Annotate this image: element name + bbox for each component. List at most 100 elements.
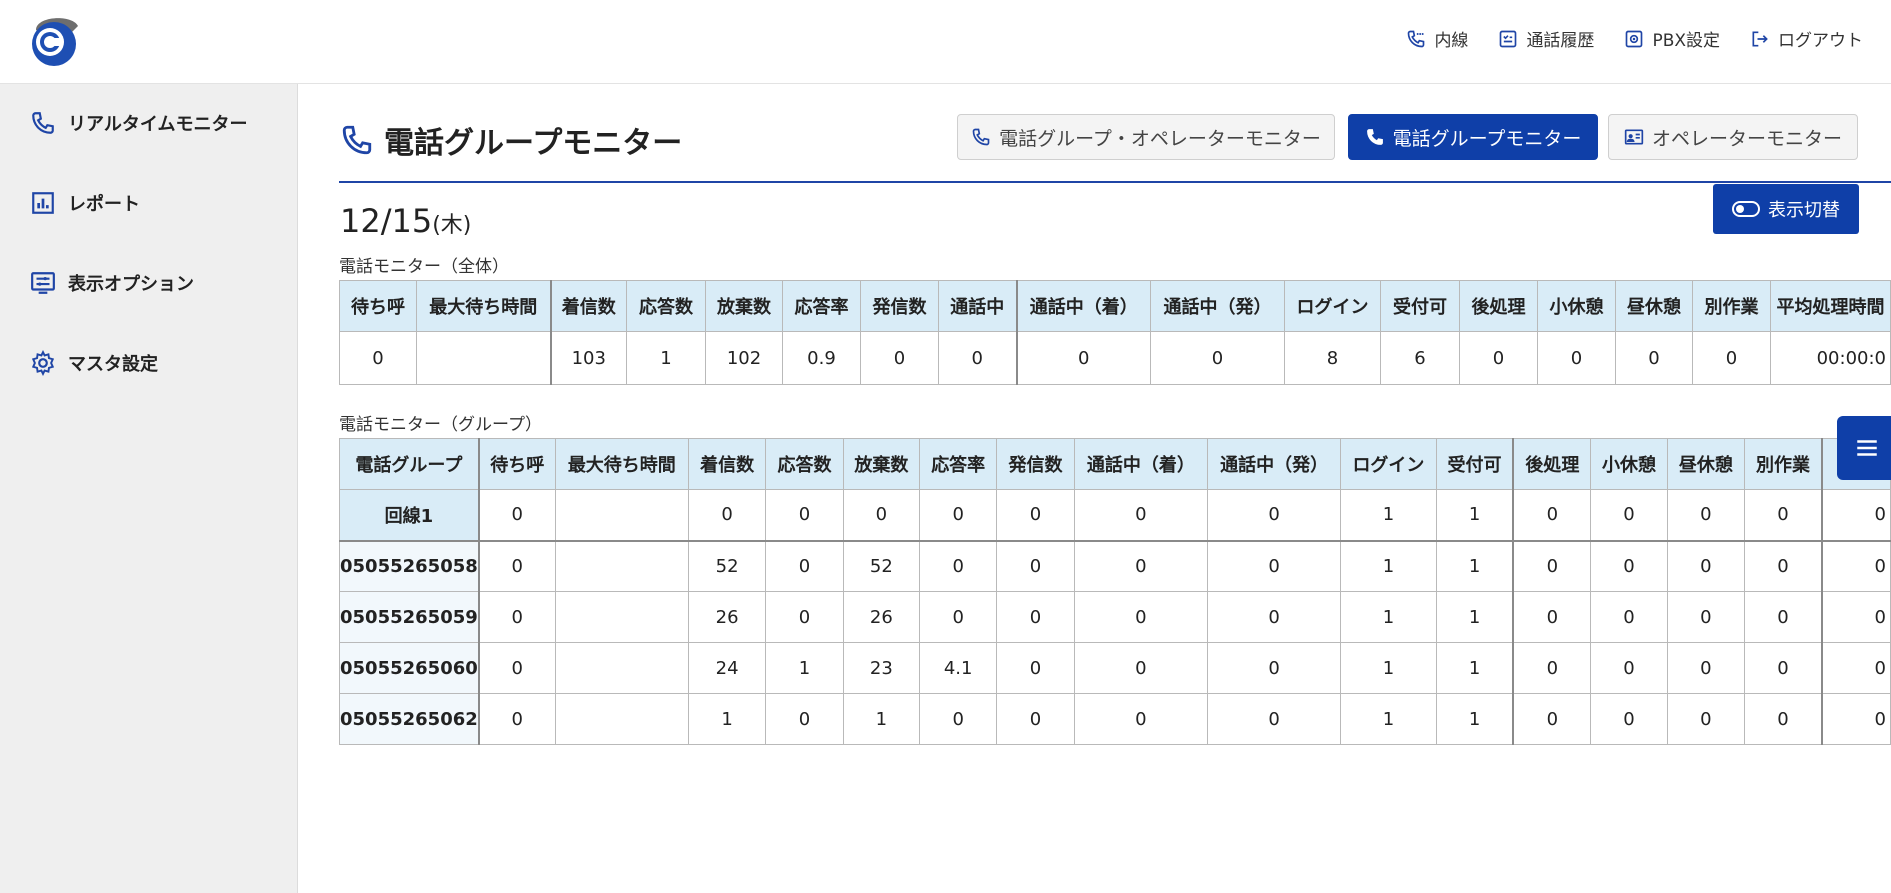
table-cell: 0 xyxy=(1820,693,1891,745)
top-nav: 内線 通話履歴 PBX設定 ログアウト xyxy=(1406,26,1863,51)
current-date: 12/15(木) xyxy=(340,202,471,240)
nav-pbx-settings[interactable]: PBX設定 xyxy=(1624,26,1720,51)
table-cell: 102 xyxy=(705,331,783,385)
table-cell: 0 xyxy=(1744,489,1823,541)
table-cell: 4.1 xyxy=(919,642,998,694)
app-header: 内線 通話履歴 PBX設定 ログアウト xyxy=(0,0,1891,84)
nav-logout[interactable]: ログアウト xyxy=(1750,26,1863,51)
column-header: 着信数 xyxy=(687,438,767,490)
table-cell: 0 xyxy=(996,540,1075,592)
table-cell: 52 xyxy=(842,540,921,592)
display-toggle-button[interactable]: 表示切替 xyxy=(1713,184,1859,234)
table-cell: 0 xyxy=(1744,693,1823,745)
sidebar-item-realtime-monitor[interactable]: リアルタイムモニター xyxy=(30,110,247,136)
column-header: 通話中（着） xyxy=(1015,280,1151,332)
table-cell: 0 xyxy=(1590,642,1668,694)
group-name-cell: 05055265059 xyxy=(338,591,480,643)
table-cell: 26 xyxy=(842,591,921,643)
phone-icon xyxy=(1366,129,1383,145)
table-cell: 0 xyxy=(860,331,939,385)
column-header: 応答率 xyxy=(782,280,861,332)
table-cell xyxy=(554,489,689,541)
column-header: 通話中 xyxy=(938,280,1017,332)
column-header: 応答率 xyxy=(919,438,998,490)
table-cell: 0 xyxy=(1073,540,1208,592)
column-header: 昼休憩 xyxy=(1615,280,1693,332)
table-row: 05055265058 0 52 0 52 0 0 0 0 1 1 0 0 0 0 0 xyxy=(338,540,1891,592)
sidebar-item-label: マスタ設定 xyxy=(68,354,158,375)
table-cell: 0 xyxy=(477,642,556,694)
table-cell: 0 xyxy=(1015,331,1151,385)
table-cell: 0 xyxy=(1206,489,1342,541)
phone-lines-icon xyxy=(1408,30,1425,47)
table-cell: 1 xyxy=(842,693,921,745)
group-section-label: 電話モニター（グループ） xyxy=(339,415,542,435)
hamburger-menu-icon xyxy=(1857,440,1877,456)
table-cell: 0 xyxy=(1820,489,1891,541)
column-header: 平均処理時間 xyxy=(1770,280,1891,332)
column-header: 放棄数 xyxy=(705,280,783,332)
group-monitor-button[interactable]: 電話グループモニター xyxy=(1348,114,1598,160)
group-name-cell: 05055265062 xyxy=(338,693,480,745)
group-operator-monitor-button[interactable]: 電話グループ・オペレーターモニター xyxy=(957,114,1335,160)
sidebar-item-report[interactable]: レポート xyxy=(30,190,140,216)
table-cell: 0 xyxy=(477,591,556,643)
table-cell: 0 xyxy=(477,693,556,745)
table-cell: 0 xyxy=(1073,642,1208,694)
table-cell: 0 xyxy=(1206,693,1342,745)
table-cell: 1 xyxy=(687,693,767,745)
table-cell: 0 xyxy=(477,540,556,592)
table-cell: 0 xyxy=(996,693,1075,745)
table-cell: 0 xyxy=(842,489,921,541)
call-history-icon xyxy=(1500,30,1517,47)
app-logo[interactable] xyxy=(28,12,80,68)
column-header: 最大待ち時間 xyxy=(416,280,551,332)
table-cell: 0 xyxy=(1537,331,1616,385)
column-header: 後処理 xyxy=(1459,280,1538,332)
column-header: 待ち呼 xyxy=(477,438,556,490)
operator-monitor-button[interactable]: オペレーターモニター xyxy=(1608,114,1858,160)
column-header: 昼休憩 xyxy=(1666,438,1746,490)
table-cell: 0 xyxy=(996,591,1075,643)
column-header: 発信数 xyxy=(860,280,939,332)
button-label: オペレーターモニター xyxy=(1651,127,1842,150)
nav-pbx-settings-label: PBX設定 xyxy=(1652,31,1720,51)
table-cell: 1 xyxy=(1435,591,1514,643)
display-options-icon xyxy=(31,272,55,294)
table-cell: 0 xyxy=(919,693,998,745)
table-cell: 0 xyxy=(1666,489,1746,541)
table-cell: 1 xyxy=(1340,642,1437,694)
overall-section-label: 電話モニター（全体） xyxy=(339,257,509,277)
table-cell: 0 xyxy=(1666,540,1746,592)
sidebar-item-display-options[interactable]: 表示オプション xyxy=(30,270,194,296)
table-cell: 1 xyxy=(1435,540,1514,592)
column-header: 最大待ち時間 xyxy=(554,438,689,490)
table-cell xyxy=(554,693,689,745)
column-header: 発信数 xyxy=(996,438,1075,490)
main-content: 電話グループモニター 電話グループ・オペレーターモニター 電話グループモニター … xyxy=(298,84,1891,893)
nav-call-history[interactable]: 通話履歴 xyxy=(1498,26,1594,51)
phone-icon xyxy=(342,125,372,155)
table-cell: 1 xyxy=(1340,540,1437,592)
table-cell: 0.9 xyxy=(782,331,861,385)
column-header: 別作業 xyxy=(1692,280,1771,332)
table-cell: 0 xyxy=(339,331,417,385)
sidebar-item-master-settings[interactable]: マスタ設定 xyxy=(30,350,158,376)
table-cell: 0 xyxy=(765,489,844,541)
nav-extension[interactable]: 内線 xyxy=(1406,26,1468,51)
group-monitor-table: 電話グループ 待ち呼 最大待ち時間 着信数 応答数 放棄数 応答率 発信数 通話中（着） 通話中（… xyxy=(338,438,1891,745)
bar-chart-icon xyxy=(32,192,54,214)
column-header: 応答数 xyxy=(626,280,706,332)
table-cell: 0 xyxy=(996,642,1075,694)
table-cell: 0 xyxy=(919,489,998,541)
table-cell: 0 xyxy=(1615,331,1693,385)
table-cell: 1 xyxy=(1435,693,1514,745)
column-header: 受付可 xyxy=(1435,438,1514,490)
menu-button[interactable] xyxy=(1837,416,1891,480)
title-divider xyxy=(339,181,1891,183)
table-cell: 24 xyxy=(687,642,767,694)
column-header: 通話中（発） xyxy=(1206,438,1342,490)
table-row: 回線1 0 0 0 0 0 0 0 0 1 1 0 0 0 0 0 xyxy=(338,489,1891,541)
table-cell: 0 xyxy=(1666,693,1746,745)
column-header: 受付可 xyxy=(1380,280,1460,332)
